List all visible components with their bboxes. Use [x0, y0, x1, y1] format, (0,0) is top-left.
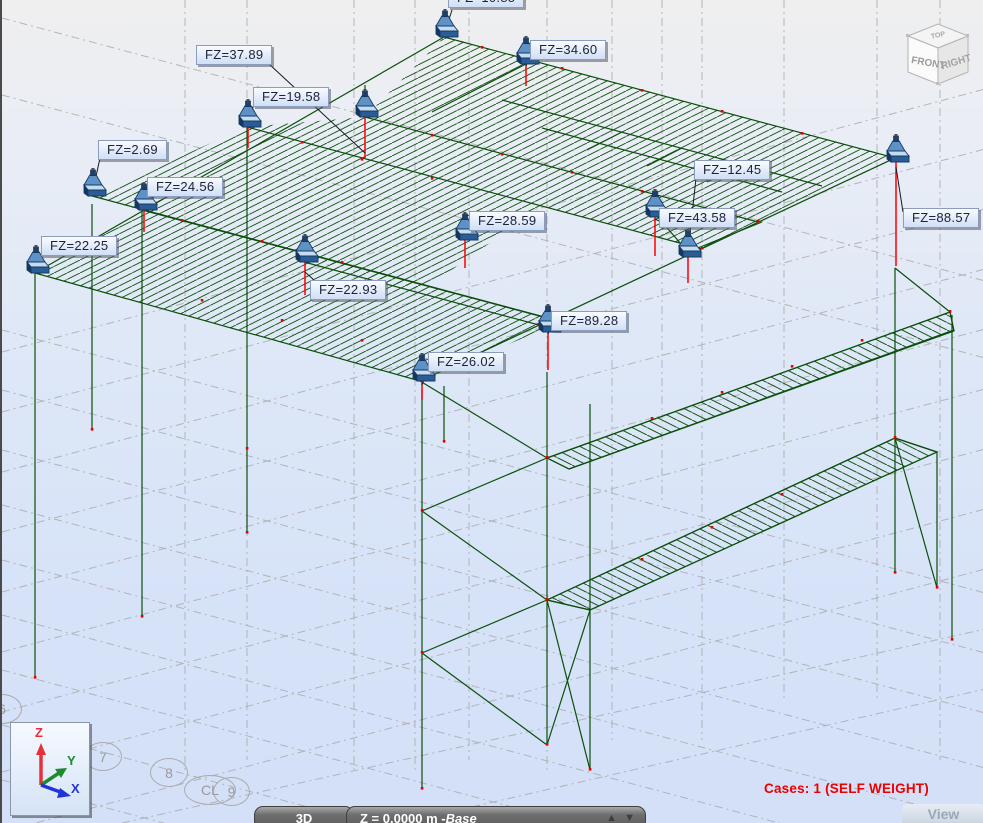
level-name: Base: [445, 810, 477, 823]
view-cube[interactable]: TOP FRONT RIGHT: [906, 23, 973, 85]
reaction-label-fz: FZ=19.58: [253, 87, 330, 107]
reaction-label-fz: FZ=43.58: [659, 208, 736, 228]
grid-bubble: 8: [150, 758, 188, 787]
y-axis-label: Y: [67, 753, 76, 768]
reaction-label-fz: FZ=28.59: [469, 211, 546, 231]
z-axis-arrow: [36, 743, 46, 755]
structure-viewport[interactable]: TOP FRONT RIGHT: [2, 0, 983, 823]
level-label: Z = 0.0000 m -: [360, 810, 446, 823]
deck-hatch: [35, 37, 895, 381]
reaction-label-fz: FZ=26.02: [428, 352, 505, 372]
reaction-label-fz: FZ=34.60: [530, 40, 607, 60]
level-selector[interactable]: Z = 0.0000 m - Base ▲ ▼: [346, 806, 646, 823]
axis-triad-panel: Z Y X: [10, 722, 90, 816]
reaction-label-fz: FZ=12.45: [694, 160, 771, 180]
x-axis-arrow: [57, 788, 71, 798]
view-window-tab[interactable]: View: [902, 804, 983, 823]
view-mode-selector[interactable]: 3D: [254, 806, 354, 823]
reaction-label-fz: FZ=88.57: [903, 208, 980, 228]
case-banner: Cases: 1 (SELF WEIGHT): [764, 781, 929, 796]
reaction-label-fz: FZ=89.28: [551, 311, 628, 331]
z-axis-label: Z: [35, 725, 43, 740]
reaction-label-fz: FZ=37.89: [196, 45, 273, 65]
reaction-label-fz: FZ=24.56: [147, 177, 224, 197]
view-mode-label: 3D: [295, 810, 313, 823]
structure-3d-view[interactable]: TOP FRONT RIGHT FZ=10.85 FZ=37.89 FZ=19.…: [0, 0, 983, 823]
grid-bubble: 9: [213, 777, 250, 806]
x-axis-label: X: [71, 781, 80, 796]
level-down-button[interactable]: ▼: [624, 812, 637, 823]
reaction-label-fz: FZ=22.25: [41, 236, 118, 256]
reaction-label-fz: FZ=2.69: [98, 140, 167, 160]
level-up-button[interactable]: ▲: [606, 812, 619, 823]
reaction-label-fz: FZ=22.93: [310, 280, 387, 300]
reaction-label-fz: FZ=10.85: [448, 0, 525, 8]
